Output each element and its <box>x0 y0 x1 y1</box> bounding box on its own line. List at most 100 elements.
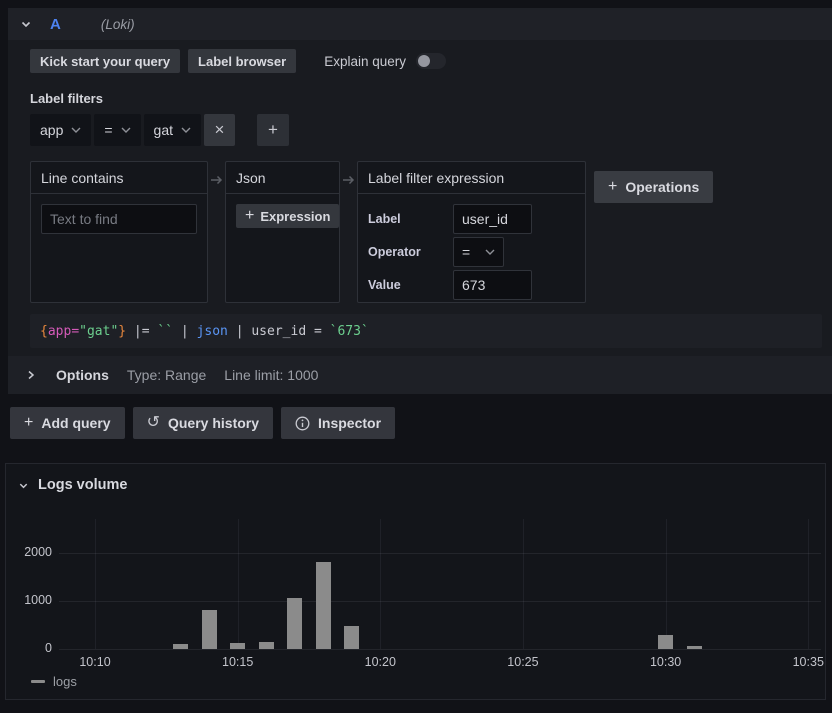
code-token-plain: | <box>173 324 196 339</box>
chart-bar <box>687 646 702 649</box>
add-query-button[interactable]: + Add query <box>10 407 125 439</box>
x-axis-tick-label: 10:15 <box>208 655 268 669</box>
operations-row: Line contains Json + Expression Label fi… <box>30 161 832 303</box>
query-editor-row: A (Loki) Kick start your query Label bro… <box>8 8 832 394</box>
chart-bar <box>230 643 245 649</box>
x-axis-tick-label: 10:25 <box>493 655 553 669</box>
x-gridline <box>238 519 239 649</box>
explain-query-toggle[interactable] <box>416 53 446 69</box>
code-token-brace: { <box>40 324 48 339</box>
operator-select[interactable]: = <box>453 237 504 267</box>
legend-series-icon <box>31 680 45 683</box>
pipeline-arrow <box>340 161 357 186</box>
x-axis-tick-label: 10:20 <box>350 655 410 669</box>
label-filter-row: app = gat × + <box>30 114 832 146</box>
add-label-filter-button[interactable]: + <box>257 114 289 146</box>
chevron-down-icon <box>485 249 495 255</box>
pipeline-arrow <box>208 161 225 186</box>
query-row-header[interactable]: A (Loki) <box>8 8 832 40</box>
operation-card-label-filter-expression: Label filter expression Label Operator =… <box>357 161 586 303</box>
x-axis-tick-label: 10:10 <box>65 655 125 669</box>
chart-bar <box>259 642 274 649</box>
y-axis-tick-label: 2000 <box>12 545 52 559</box>
explain-query-label: Explain query <box>324 54 406 69</box>
explore-actions: + Add query ↺ Query history Inspector <box>10 407 395 439</box>
code-token-plain: | <box>228 324 251 339</box>
operation-card-line-contains: Line contains <box>30 161 208 303</box>
operation-card-json: Json + Expression <box>225 161 340 303</box>
x-gridline <box>808 519 809 649</box>
field-label: Value <box>368 278 453 292</box>
chevron-right-icon <box>26 369 36 381</box>
remove-label-filter-button[interactable]: × <box>204 114 235 146</box>
line-contains-input[interactable] <box>41 204 197 234</box>
field-label: Operator <box>368 245 453 259</box>
close-icon: × <box>215 120 225 140</box>
code-token-label: = <box>71 324 79 339</box>
toggle-knob-icon <box>418 55 430 67</box>
label-filters-title: Label filters <box>30 91 832 106</box>
options-toggle[interactable] <box>26 369 36 381</box>
label-value-select[interactable]: gat <box>144 114 201 146</box>
x-gridline <box>666 519 667 649</box>
kick-start-query-button[interactable]: Kick start your query <box>30 49 180 73</box>
x-gridline <box>95 519 96 649</box>
operation-card-title: Json <box>226 162 339 194</box>
label-browser-button[interactable]: Label browser <box>188 49 296 73</box>
code-token-plain: user_id = <box>251 324 329 339</box>
y-gridline <box>59 649 821 650</box>
query-history-button[interactable]: ↺ Query history <box>133 407 273 439</box>
x-gridline <box>523 519 524 649</box>
x-gridline <box>380 519 381 649</box>
code-token-keyword: json <box>197 324 228 339</box>
arrow-right-icon <box>210 174 224 186</box>
y-gridline <box>59 601 821 602</box>
options-label[interactable]: Options <box>56 367 109 383</box>
chart-bar <box>658 635 673 649</box>
legend-item-logs[interactable]: logs <box>31 674 77 689</box>
add-expression-button[interactable]: + Expression <box>236 204 339 228</box>
options-type: Type: Range <box>127 367 206 383</box>
x-axis-tick-label: 10:35 <box>778 655 832 669</box>
query-code-field[interactable]: {app="gat"} |= `` | json | user_id = `67… <box>30 314 822 348</box>
history-icon: ↺ <box>147 415 160 431</box>
plus-icon: + <box>608 179 617 195</box>
chart-bar <box>173 644 188 649</box>
query-toolbar: Kick start your query Label browser Expl… <box>30 49 832 73</box>
chevron-down-icon <box>71 127 81 133</box>
info-circle-icon <box>295 416 310 431</box>
inspector-button[interactable]: Inspector <box>281 407 395 439</box>
y-gridline <box>59 553 821 554</box>
code-token-label: app <box>48 324 71 339</box>
x-axis-tick-label: 10:30 <box>636 655 696 669</box>
chevron-down-icon <box>121 127 131 133</box>
y-axis-tick-label: 1000 <box>12 593 52 607</box>
label-operator-select[interactable]: = <box>94 114 140 146</box>
field-label: Label <box>368 212 453 226</box>
plus-icon: + <box>24 415 33 431</box>
chart-bar <box>287 598 302 649</box>
chevron-down-icon[interactable] <box>20 18 32 30</box>
legend-series-label: logs <box>53 674 77 689</box>
code-token-string: `` <box>157 324 173 339</box>
plus-icon: + <box>245 208 254 224</box>
code-token-string: "gat" <box>79 324 118 339</box>
query-ref-id[interactable]: A <box>50 16 61 33</box>
logs-volume-chart: 01000200010:1010:1510:2010:2510:3010:35 <box>6 464 825 699</box>
datasource-hint: (Loki) <box>101 17 135 32</box>
chart-bar <box>202 610 217 649</box>
chart-bar <box>344 626 359 649</box>
code-token-string: `673` <box>330 324 369 339</box>
add-operations-button[interactable]: + Operations <box>594 171 713 203</box>
operation-card-title: Label filter expression <box>358 162 585 194</box>
chevron-down-icon <box>181 127 191 133</box>
options-line-limit: Line limit: 1000 <box>224 367 318 383</box>
label-field-input[interactable] <box>453 204 532 234</box>
label-name-select[interactable]: app <box>30 114 91 146</box>
operation-card-title: Line contains <box>31 162 207 194</box>
logs-volume-panel: Logs volume 01000200010:1010:1510:2010:2… <box>5 463 826 700</box>
arrow-right-icon <box>342 174 356 186</box>
code-token-brace: } <box>118 324 126 339</box>
value-field-input[interactable] <box>453 270 532 300</box>
y-axis-tick-label: 0 <box>12 641 52 655</box>
